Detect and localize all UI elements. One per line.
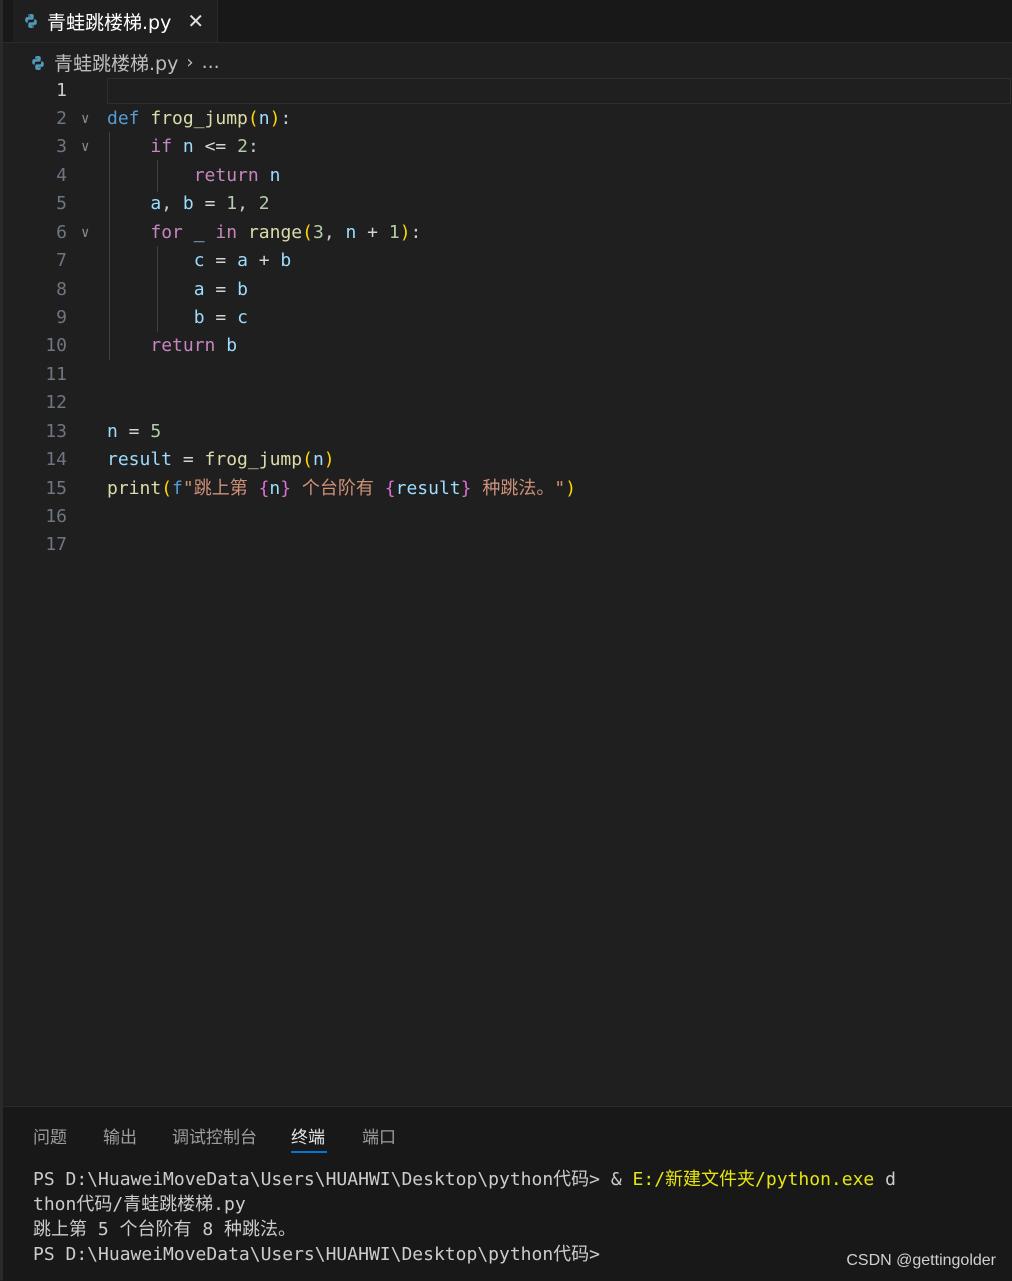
breadcrumb-file[interactable]: 青蛙跳楼梯.py [54, 49, 178, 76]
tab-label: 青蛙跳楼梯.py [47, 11, 172, 34]
code-line: 17 [3, 531, 1012, 559]
line-number: 14 [45, 449, 67, 470]
code-text: n = 5 [107, 421, 162, 442]
tab-debug-console[interactable]: 调试控制台 [172, 1123, 257, 1148]
code-line: 15 print(f"跳上第 {n} 个台阶有 {result} 种跳法。") [3, 475, 1012, 503]
code-line: 8 a = b [3, 276, 1012, 304]
code-line: 5 a, b = 1, 2 [3, 190, 1012, 218]
line-number: 12 [45, 392, 67, 413]
code-text: def frog_jump(n): [107, 108, 292, 129]
chevron-down-icon[interactable]: ∨ [81, 133, 89, 161]
terminal-line: PS D:\HuaweiMoveData\Users\HUAHWI\Deskto… [33, 1169, 896, 1190]
line-number: 11 [45, 364, 67, 385]
code-text: result = frog_jump(n) [107, 449, 335, 470]
code-line: 16 [3, 503, 1012, 531]
code-text: print(f"跳上第 {n} 个台阶有 {result} 种跳法。") [107, 478, 577, 499]
terminal-prompt: PS D:\HuaweiMoveData\Users\HUAHWI\Deskto… [33, 1244, 601, 1265]
line-number: 7 [56, 250, 67, 271]
line-number: 15 [45, 478, 67, 499]
code-text: b = c [193, 307, 248, 328]
code-line: 3 ∨ if n <= 2: [3, 133, 1012, 161]
close-icon[interactable]: ✕ [187, 9, 204, 33]
line-number: 4 [56, 165, 67, 186]
code-line: 4 return n [3, 162, 1012, 190]
line-number: 10 [45, 335, 67, 356]
line-number: 8 [56, 279, 67, 300]
code-text: c = a + b [193, 250, 292, 271]
line-number: 16 [45, 506, 67, 527]
tab-problems[interactable]: 问题 [33, 1123, 67, 1148]
code-editor[interactable]: 1 2 ∨ def frog_jump(n): 3 ∨ if n <= 2: 4… [3, 76, 1012, 1106]
breadcrumb-symbols[interactable]: ... [202, 51, 220, 73]
code-text: a, b = 1, 2 [150, 193, 270, 214]
chevron-down-icon[interactable]: ∨ [81, 105, 89, 133]
code-line: 2 ∨ def frog_jump(n): [3, 105, 1012, 133]
line-number: 5 [56, 193, 67, 214]
python-icon [23, 13, 39, 29]
chevron-down-icon[interactable]: ∨ [81, 219, 89, 247]
code-text: if n <= 2: [150, 136, 259, 157]
watermark: CSDN @gettingolder [846, 1252, 996, 1269]
breadcrumb: 青蛙跳楼梯.py › ... [30, 48, 220, 76]
python-icon [30, 54, 46, 70]
code-line: 13 n = 5 [3, 418, 1012, 446]
tab-bar: 青蛙跳楼梯.py ✕ [3, 0, 1012, 43]
tab-terminal[interactable]: 终端 [291, 1123, 325, 1148]
code-line: 6 ∨ for _ in range(3, n + 1): [3, 219, 1012, 247]
chevron-right-icon: › [186, 51, 194, 73]
line-number: 13 [45, 421, 67, 442]
line-number: 6 [56, 222, 67, 243]
code-text: return b [150, 335, 238, 356]
code-line: 11 [3, 361, 1012, 389]
terminal-line: thon代码/青蛙跳楼梯.py [33, 1194, 246, 1215]
code-line: 1 [3, 77, 1012, 105]
terminal-line: 跳上第 5 个台阶有 8 种跳法。 [33, 1219, 297, 1240]
tab-output[interactable]: 输出 [103, 1123, 137, 1148]
code-text: a = b [193, 279, 248, 300]
line-number: 17 [45, 534, 67, 555]
active-tab-indicator [291, 1151, 327, 1153]
code-line: 10 return b [3, 332, 1012, 360]
line-number: 3 [56, 136, 67, 157]
code-line: 12 [3, 389, 1012, 417]
code-text: return n [193, 165, 281, 186]
line-number: 2 [56, 108, 67, 129]
tab-ports[interactable]: 端口 [362, 1123, 396, 1148]
code-line: 14 result = frog_jump(n) [3, 446, 1012, 474]
tab-frog-file[interactable]: 青蛙跳楼梯.py ✕ [13, 0, 218, 42]
line-number: 9 [56, 307, 67, 328]
code-text: for _ in range(3, n + 1): [150, 222, 422, 243]
code-line: 9 b = c [3, 304, 1012, 332]
line-number: 1 [56, 80, 67, 101]
code-line: 7 c = a + b [3, 247, 1012, 275]
